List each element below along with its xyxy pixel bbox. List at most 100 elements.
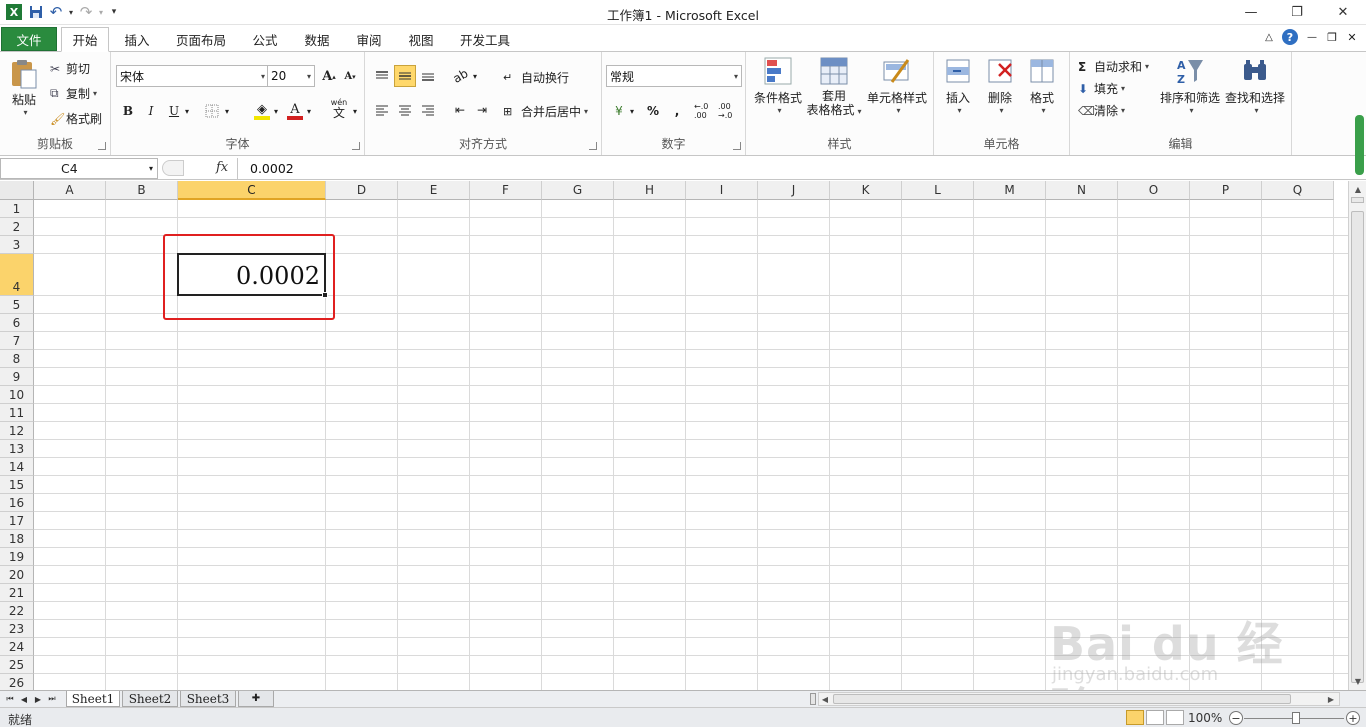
- find-select-button[interactable]: 查找和选择 ▾: [1222, 56, 1288, 115]
- align-left-button[interactable]: [371, 99, 393, 121]
- split-box-vertical[interactable]: [1351, 197, 1364, 203]
- prev-sheet-icon[interactable]: ◀: [18, 693, 30, 705]
- clipboard-launcher-icon[interactable]: [98, 142, 106, 150]
- name-box[interactable]: C4 ▾: [0, 158, 158, 179]
- close-button[interactable]: ✕: [1320, 0, 1366, 25]
- vertical-scrollbar[interactable]: ▲ ▼: [1348, 181, 1366, 690]
- collapse-ribbon-icon[interactable]: △: [1260, 32, 1278, 43]
- column-header-a[interactable]: A: [34, 181, 106, 200]
- align-top-button[interactable]: [371, 65, 393, 87]
- cell-styles-button[interactable]: 单元格样式 ▾: [864, 56, 930, 115]
- row-header-10[interactable]: 10: [0, 386, 34, 404]
- fill-dropdown-icon[interactable]: ▾: [1121, 84, 1125, 93]
- tab-home[interactable]: 开始: [61, 27, 109, 52]
- delete-cells-dropdown-icon[interactable]: ▾: [999, 106, 1003, 115]
- name-box-caret-icon[interactable]: ▾: [149, 164, 153, 173]
- row-header-23[interactable]: 23: [0, 620, 34, 638]
- accounting-dropdown-icon[interactable]: ▾: [626, 100, 638, 122]
- sort-filter-button[interactable]: AZ 排序和筛选 ▾: [1158, 56, 1222, 115]
- normal-view-icon[interactable]: [1126, 710, 1144, 725]
- percent-style-button[interactable]: %: [642, 100, 664, 122]
- font-size-caret-icon[interactable]: ▾: [307, 72, 311, 81]
- row-header-22[interactable]: 22: [0, 602, 34, 620]
- column-header-h[interactable]: H: [614, 181, 686, 200]
- sheet-tab-sheet3[interactable]: Sheet3: [180, 691, 236, 707]
- horizontal-scroll-thumb[interactable]: [833, 694, 1291, 704]
- select-all-corner[interactable]: [0, 181, 34, 200]
- number-format-caret-icon[interactable]: ▾: [734, 72, 738, 81]
- scroll-right-icon[interactable]: ▶: [1325, 693, 1337, 705]
- minimize-button[interactable]: —: [1228, 0, 1274, 25]
- column-header-b[interactable]: B: [106, 181, 178, 200]
- insert-cells-button[interactable]: 插入 ▾: [940, 56, 976, 115]
- workbook-restore-icon[interactable]: ❐: [1322, 31, 1342, 44]
- horizontal-scrollbar[interactable]: ◀ ▶: [818, 692, 1340, 706]
- font-launcher-icon[interactable]: [352, 142, 360, 150]
- tab-view[interactable]: 视图: [400, 27, 442, 52]
- tab-file[interactable]: 文件: [1, 27, 57, 51]
- first-sheet-icon[interactable]: ⏮: [4, 693, 16, 705]
- tab-formulas[interactable]: 公式: [244, 27, 286, 52]
- next-sheet-icon[interactable]: ▶: [32, 693, 44, 705]
- bold-button[interactable]: B: [117, 100, 139, 122]
- tab-insert[interactable]: 插入: [115, 27, 159, 52]
- borders-button[interactable]: [201, 100, 223, 122]
- workbook-close-icon[interactable]: ✕: [1342, 31, 1362, 44]
- merge-center-dropdown-icon[interactable]: ▾: [584, 107, 588, 116]
- row-header-2[interactable]: 2: [0, 218, 34, 236]
- row-header-17[interactable]: 17: [0, 512, 34, 530]
- sheet-tab-sheet2[interactable]: Sheet2: [122, 691, 178, 707]
- row-header-12[interactable]: 12: [0, 422, 34, 440]
- paste-button[interactable]: 粘贴 ▾: [6, 58, 42, 117]
- insert-cells-dropdown-icon[interactable]: ▾: [957, 106, 961, 115]
- increase-indent-button[interactable]: ⇥: [471, 99, 493, 121]
- cell-styles-dropdown-icon[interactable]: ▾: [896, 106, 900, 115]
- vertical-scroll-thumb[interactable]: [1351, 211, 1364, 683]
- scroll-down-icon[interactable]: ▼: [1352, 675, 1364, 687]
- restore-button[interactable]: ❐: [1274, 0, 1320, 25]
- row-header-20[interactable]: 20: [0, 566, 34, 584]
- row-header-8[interactable]: 8: [0, 350, 34, 368]
- column-header-p[interactable]: P: [1190, 181, 1262, 200]
- row-header-19[interactable]: 19: [0, 548, 34, 566]
- row-header-18[interactable]: 18: [0, 530, 34, 548]
- decrease-indent-button[interactable]: ⇤: [449, 99, 471, 121]
- font-name-combo[interactable]: 宋体 ▾: [116, 65, 269, 87]
- conditional-dropdown-icon[interactable]: ▾: [777, 106, 781, 115]
- italic-button[interactable]: I: [140, 100, 162, 122]
- format-painter-button[interactable]: 🖌 格式刷: [50, 110, 102, 127]
- font-name-caret-icon[interactable]: ▾: [261, 72, 265, 81]
- fill-button[interactable]: ⬇ 填充 ▾: [1078, 80, 1125, 97]
- zoom-slider-thumb[interactable]: [1292, 712, 1300, 724]
- row-header-13[interactable]: 13: [0, 440, 34, 458]
- tab-data[interactable]: 数据: [296, 27, 338, 52]
- row-header-21[interactable]: 21: [0, 584, 34, 602]
- row-header-1[interactable]: 1: [0, 200, 34, 218]
- alignment-launcher-icon[interactable]: [589, 142, 597, 150]
- align-right-button[interactable]: [417, 99, 439, 121]
- row-header-5[interactable]: 5: [0, 296, 34, 314]
- phonetic-dropdown-icon[interactable]: ▾: [349, 100, 361, 122]
- conditional-formatting-button[interactable]: 条件格式 ▾: [750, 56, 806, 115]
- clear-dropdown-icon[interactable]: ▾: [1121, 106, 1125, 115]
- increase-decimal-button[interactable]: ←.0 .00: [694, 100, 718, 122]
- row-header-4[interactable]: 4: [0, 254, 34, 296]
- formula-bar-resize-handle[interactable]: [162, 160, 184, 176]
- shrink-font-button[interactable]: A ▾: [339, 65, 361, 87]
- orientation-dropdown-icon[interactable]: ▾: [469, 65, 481, 87]
- orientation-button[interactable]: ab: [449, 65, 471, 87]
- copy-button[interactable]: ⧉ 复制 ▾: [50, 85, 97, 102]
- row-header-14[interactable]: 14: [0, 458, 34, 476]
- copy-dropdown-icon[interactable]: ▾: [93, 89, 97, 98]
- column-header-o[interactable]: O: [1118, 181, 1190, 200]
- row-header-15[interactable]: 15: [0, 476, 34, 494]
- number-launcher-icon[interactable]: [733, 142, 741, 150]
- page-layout-view-icon[interactable]: [1146, 710, 1164, 725]
- column-header-d[interactable]: D: [326, 181, 398, 200]
- column-header-n[interactable]: N: [1046, 181, 1118, 200]
- format-cells-dropdown-icon[interactable]: ▾: [1041, 106, 1045, 115]
- find-select-dropdown-icon[interactable]: ▾: [1254, 106, 1258, 115]
- last-sheet-icon[interactable]: ⏭: [46, 693, 58, 705]
- sheet-tab-sheet1[interactable]: Sheet1: [66, 691, 120, 707]
- column-header-l[interactable]: L: [902, 181, 974, 200]
